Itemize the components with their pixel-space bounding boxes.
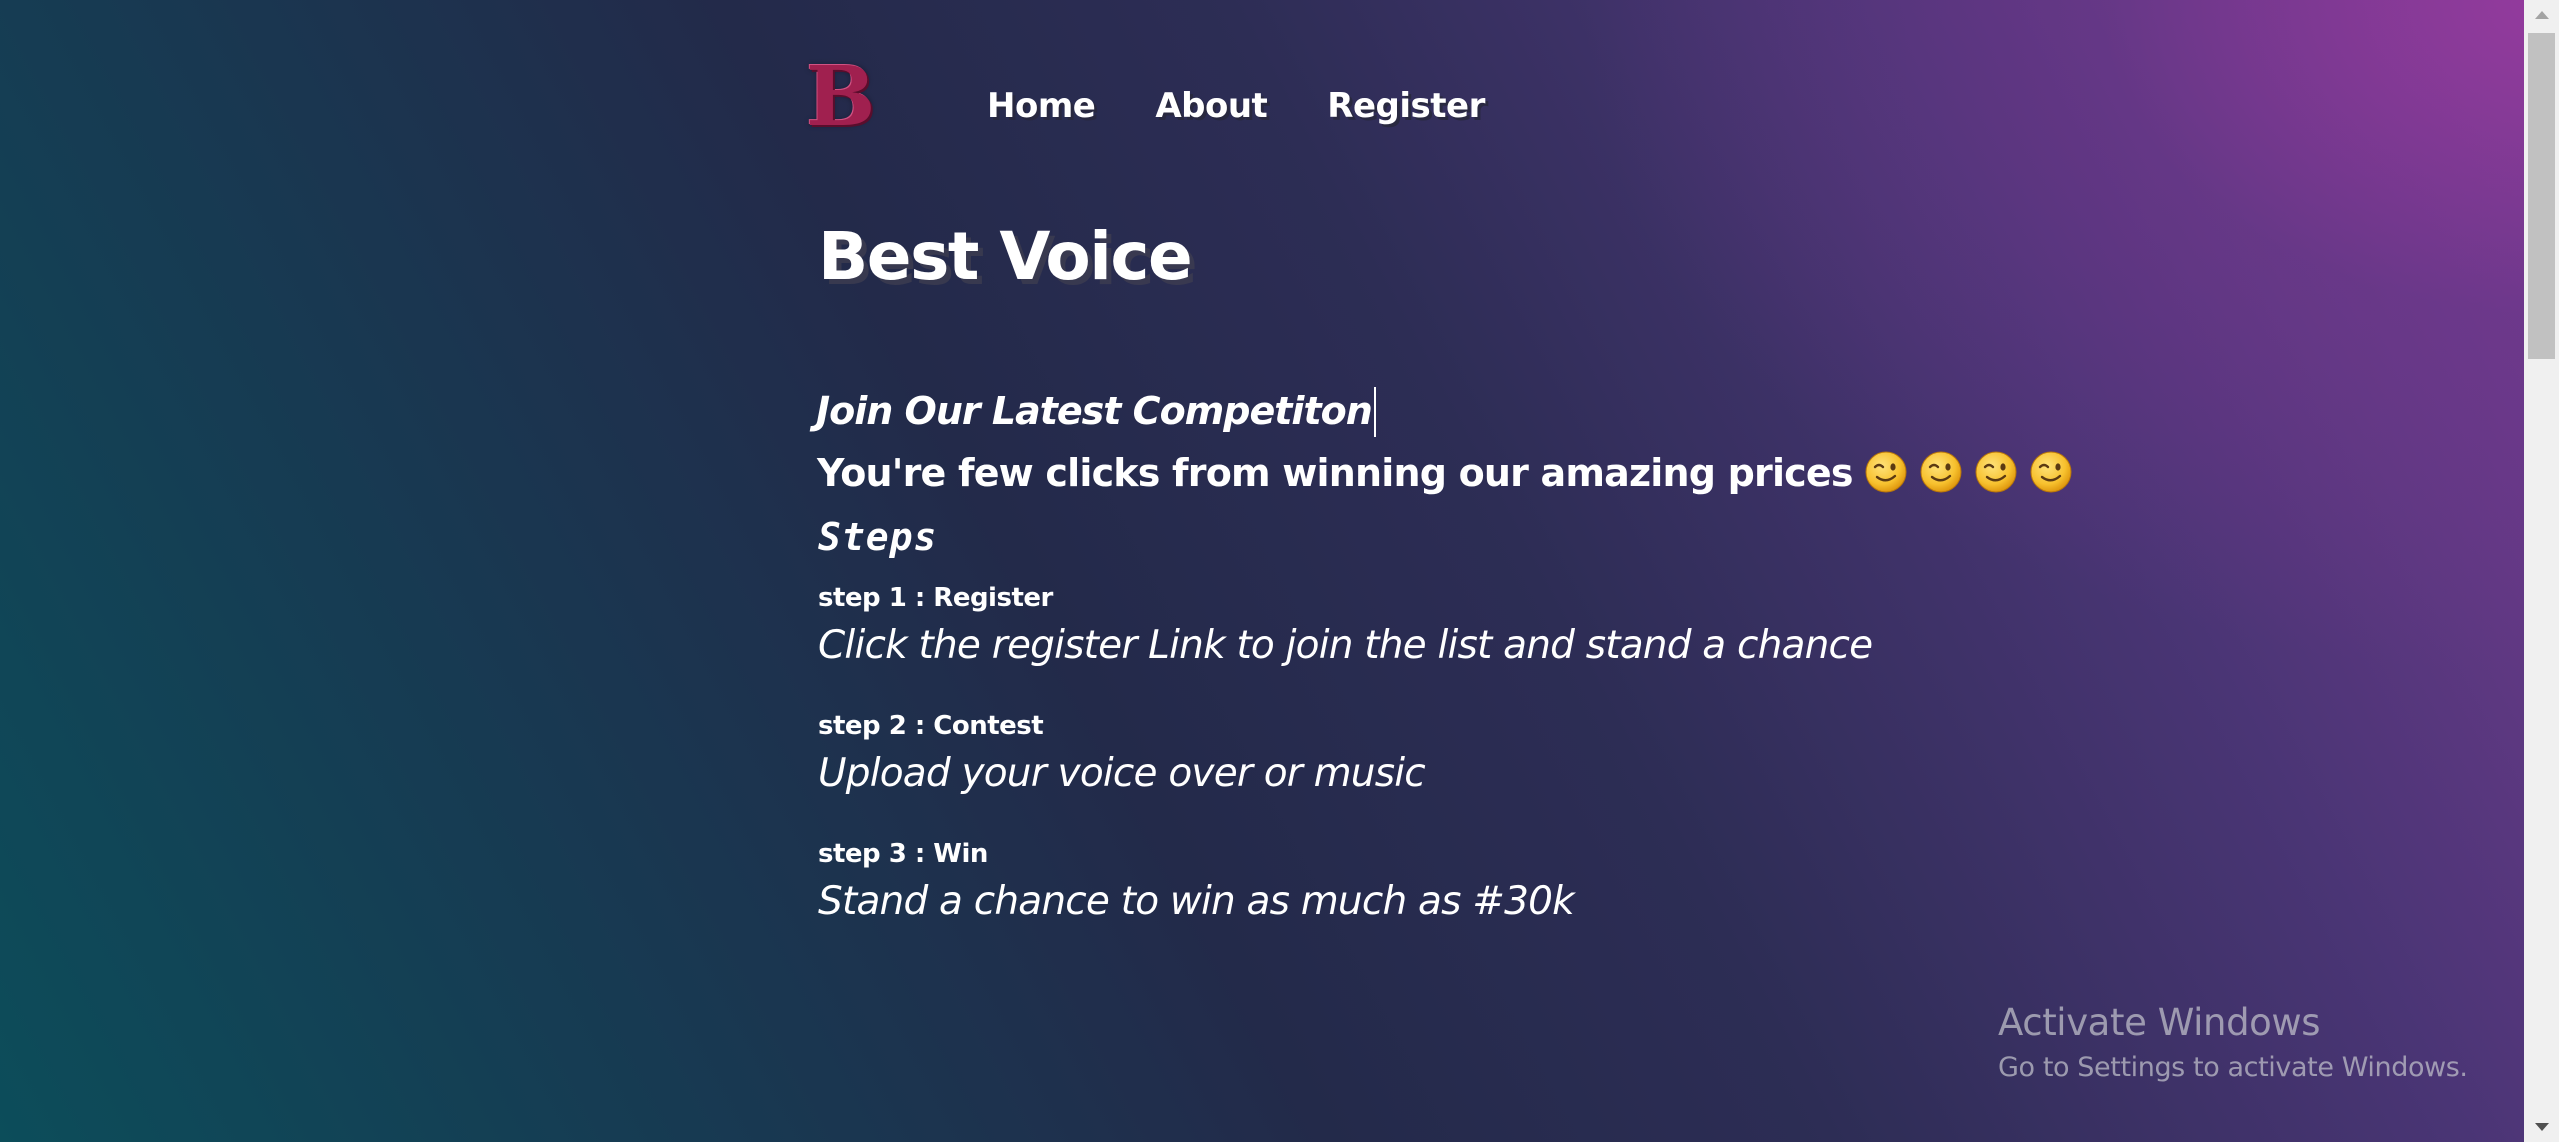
winking-face-icon <box>1975 451 2017 493</box>
step-3-text: Stand a chance to win as much as #30k <box>818 879 1575 924</box>
scroll-up-button[interactable] <box>2524 0 2559 30</box>
page-title: Best Voice <box>818 218 1193 295</box>
winking-face-icon <box>1920 451 1962 493</box>
step-2-label: step 2 : Contest <box>818 711 1044 741</box>
step-1-label: step 1 : Register <box>818 583 1053 613</box>
chevron-down-icon <box>2534 1123 2549 1131</box>
steps-heading: Steps <box>818 515 938 559</box>
competition-heading-text: Join Our Latest Competiton <box>816 389 1373 433</box>
chevron-up-icon <box>2534 11 2549 19</box>
text-cursor <box>1373 387 1376 437</box>
activate-windows-title: Activate Windows <box>1998 1001 2321 1044</box>
logo[interactable]: B <box>806 54 875 140</box>
step-3-label: step 3 : Win <box>818 839 988 869</box>
competition-heading: Join Our Latest Competiton <box>816 385 1376 437</box>
winking-face-icon <box>2030 451 2072 493</box>
nav-link-home[interactable]: Home <box>987 86 1096 126</box>
emoji-row <box>1853 451 2073 495</box>
scrollbar-thumb[interactable] <box>2528 33 2555 359</box>
main-nav: Home About Register <box>987 86 1545 126</box>
page: B Home About Register Best Voice Join Ou… <box>0 0 2559 1142</box>
tagline-text: You're few clicks from winning our amazi… <box>817 451 1854 495</box>
tagline: You're few clicks from winning our amazi… <box>817 444 2073 502</box>
activate-windows-watermark: Activate Windows Go to Settings to activ… <box>1998 998 2468 1088</box>
scroll-down-button[interactable] <box>2524 1112 2559 1142</box>
step-1-text: Click the register Link to join the list… <box>818 623 1873 668</box>
vertical-scrollbar[interactable] <box>2524 0 2559 1142</box>
step-2-text: Upload your voice over or music <box>818 751 1426 796</box>
winking-face-icon <box>1865 451 1907 493</box>
nav-link-about[interactable]: About <box>1155 86 1267 126</box>
nav-link-register[interactable]: Register <box>1327 86 1485 126</box>
activate-windows-subtitle: Go to Settings to activate Windows. <box>1998 1052 2468 1083</box>
